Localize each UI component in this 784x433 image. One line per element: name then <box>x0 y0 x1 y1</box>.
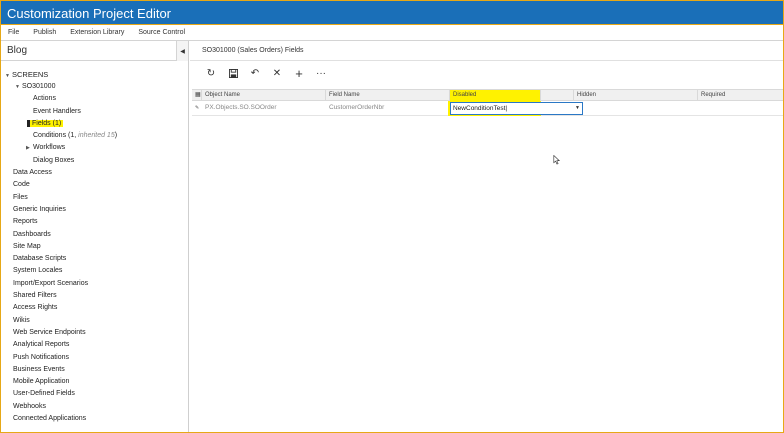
col-disabled[interactable]: Disabled <box>450 90 541 101</box>
project-name: Blog <box>7 45 28 56</box>
tree-node-reports[interactable]: Reports <box>13 217 38 227</box>
menu-extension-library[interactable]: Extension Library <box>63 25 131 41</box>
refresh-button[interactable]: ↻ <box>200 64 222 82</box>
grid-header: ▦ Object Name Field Name Disabled Hidden… <box>192 89 783 101</box>
project-tree-panel: Blog ◀ ▼ SCREENS ▼ SO301000 Actions Event … <box>1 41 189 432</box>
tree-node-push-notifications[interactable]: Push Notifications <box>13 353 69 363</box>
tree-node-workflows[interactable]: ▶ Workflows <box>26 143 65 153</box>
delete-icon: ✕ <box>272 67 282 79</box>
page-title: SO301000 (Sales Orders) Fields <box>190 41 783 61</box>
grid-toolbar: ↻ ↶ ✕ + ··· <box>190 61 783 85</box>
tree-node-fields[interactable]: Fields (1) <box>27 119 64 129</box>
mouse-cursor-icon <box>553 155 561 165</box>
tree-node-web-service-endpoints[interactable]: Web Service Endpoints <box>13 328 86 338</box>
tree-node-import-export-scenarios[interactable]: Import/Export Scenarios <box>13 279 88 289</box>
menu-file[interactable]: File <box>1 25 26 41</box>
table-row[interactable]: ✎ PX.Objects.SO.SOOrder CustomerOrderNbr… <box>192 101 783 116</box>
add-button[interactable]: + <box>288 64 310 82</box>
tree-node-generic-inquiries[interactable]: Generic Inquiries <box>13 205 66 215</box>
menu-bar: File Publish Extension Library Source Co… <box>1 25 783 41</box>
tree-node-mobile-application[interactable]: Mobile Application <box>13 377 69 387</box>
cell-field-name[interactable]: CustomerOrderNbr <box>326 101 450 115</box>
fields-grid: ▦ Object Name Field Name Disabled Hidden… <box>192 89 783 116</box>
main-panel: SO301000 (Sales Orders) Fields ↻ ↶ ✕ + ·… <box>190 41 783 432</box>
cell-hidden[interactable] <box>574 101 698 115</box>
tree-node-shared-filters[interactable]: Shared Filters <box>13 291 57 301</box>
undo-icon: ↶ <box>250 67 260 79</box>
tree-node-analytical-reports[interactable]: Analytical Reports <box>13 340 69 350</box>
window-title: Customization Project Editor <box>1 1 783 25</box>
tree-node-code[interactable]: Code <box>13 180 30 190</box>
menu-publish[interactable]: Publish <box>26 25 63 41</box>
chevron-down-icon: ▼ <box>5 73 10 79</box>
delete-button[interactable]: ✕ <box>266 64 288 82</box>
refresh-icon: ↻ <box>206 67 216 79</box>
tree-node-access-rights[interactable]: Access Rights <box>13 303 57 313</box>
pencil-icon: ✎ <box>195 105 200 111</box>
cell-required[interactable] <box>698 101 783 115</box>
col-object-name[interactable]: Object Name <box>202 90 326 101</box>
more-icon: ··· <box>316 67 326 79</box>
fields-highlight: Fields (1) <box>27 120 64 127</box>
menu-source-control[interactable]: Source Control <box>131 25 192 41</box>
grid-settings-icon[interactable]: ▦ <box>192 90 202 101</box>
chevron-left-icon: ◀ <box>180 48 185 55</box>
tree-node-database-scripts[interactable]: Database Scripts <box>13 254 66 264</box>
tree-node-site-map[interactable]: Site Map <box>13 242 41 252</box>
tree-node-system-locales[interactable]: System Locales <box>13 266 62 276</box>
tree-node-conditions[interactable]: Conditions (1, inherited 15) <box>33 131 117 141</box>
disabled-editor[interactable]: NewConditionTest| ▼ <box>450 102 583 115</box>
more-button[interactable]: ··· <box>310 64 332 82</box>
tree-node-business-events[interactable]: Business Events <box>13 365 65 375</box>
tree-node-event-handlers[interactable]: Event Handlers <box>33 107 81 117</box>
tree-node-webhooks[interactable]: Webhooks <box>13 402 46 412</box>
chevron-down-icon: ▼ <box>15 84 20 90</box>
col-field-name[interactable]: Field Name <box>326 90 450 101</box>
project-name-header: Blog ◀ <box>1 41 188 61</box>
tree-node-screen-id[interactable]: ▼ SO301000 <box>15 82 55 92</box>
add-icon: + <box>295 65 303 81</box>
cell-object-name[interactable]: PX.Objects.SO.SOOrder <box>202 101 326 115</box>
save-icon <box>228 68 238 78</box>
tree-node-files[interactable]: Files <box>13 193 28 203</box>
save-button[interactable] <box>222 64 244 82</box>
col-disabled-rest <box>541 90 574 101</box>
col-hidden[interactable]: Hidden <box>574 90 698 101</box>
tree-node-screens[interactable]: ▼ SCREENS <box>5 70 48 81</box>
tree-node-wikis[interactable]: Wikis <box>13 316 30 326</box>
tree-node-connected-applications[interactable]: Connected Applications <box>13 414 86 424</box>
col-required[interactable]: Required <box>698 90 783 101</box>
app-window: Customization Project Editor File Publis… <box>0 0 784 433</box>
tree-node-actions[interactable]: Actions <box>33 94 56 104</box>
tree-node-dashboards[interactable]: Dashboards <box>13 230 51 240</box>
disabled-condition-input[interactable]: NewConditionTest| ▼ <box>450 102 583 115</box>
tree-node-user-defined-fields[interactable]: User-Defined Fields <box>13 389 75 399</box>
tree-node-dialog-boxes[interactable]: Dialog Boxes <box>33 156 74 166</box>
tree-node-data-access[interactable]: Data Access <box>13 168 52 178</box>
undo-button[interactable]: ↶ <box>244 64 266 82</box>
collapse-sidebar-button[interactable]: ◀ <box>176 41 188 61</box>
chevron-right-icon: ▶ <box>26 145 30 151</box>
